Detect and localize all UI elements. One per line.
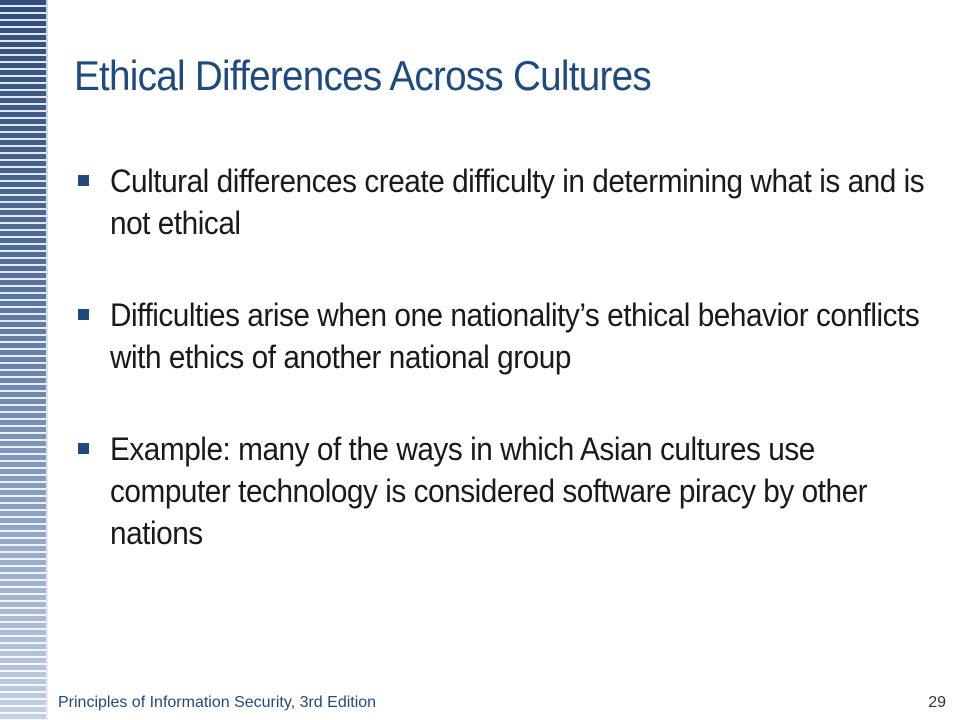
- square-bullet-icon: [78, 443, 89, 454]
- square-bullet-icon: [78, 175, 89, 186]
- sidebar-edge: [46, 0, 48, 720]
- square-bullet-icon: [78, 309, 89, 320]
- bullet-item: Cultural differences create difficulty i…: [78, 160, 925, 244]
- bullet-list: Cultural differences create difficulty i…: [78, 160, 925, 604]
- bullet-text: Cultural differences create difficulty i…: [110, 163, 925, 241]
- slide: Ethical Differences Across Cultures Cult…: [0, 0, 960, 720]
- bullet-item: Example: many of the ways in which Asian…: [78, 428, 918, 554]
- footer-source: Principles of Information Security, 3rd …: [58, 694, 377, 711]
- slide-title: Ethical Differences Across Cultures: [74, 52, 652, 99]
- bullet-item: Difficulties arise when one nationality’…: [78, 294, 920, 378]
- bullet-text: Example: many of the ways in which Asian…: [110, 431, 868, 551]
- page-number: 29: [928, 694, 946, 711]
- decorative-striped-sidebar: [0, 0, 46, 720]
- bullet-text: Difficulties arise when one nationality’…: [110, 297, 920, 375]
